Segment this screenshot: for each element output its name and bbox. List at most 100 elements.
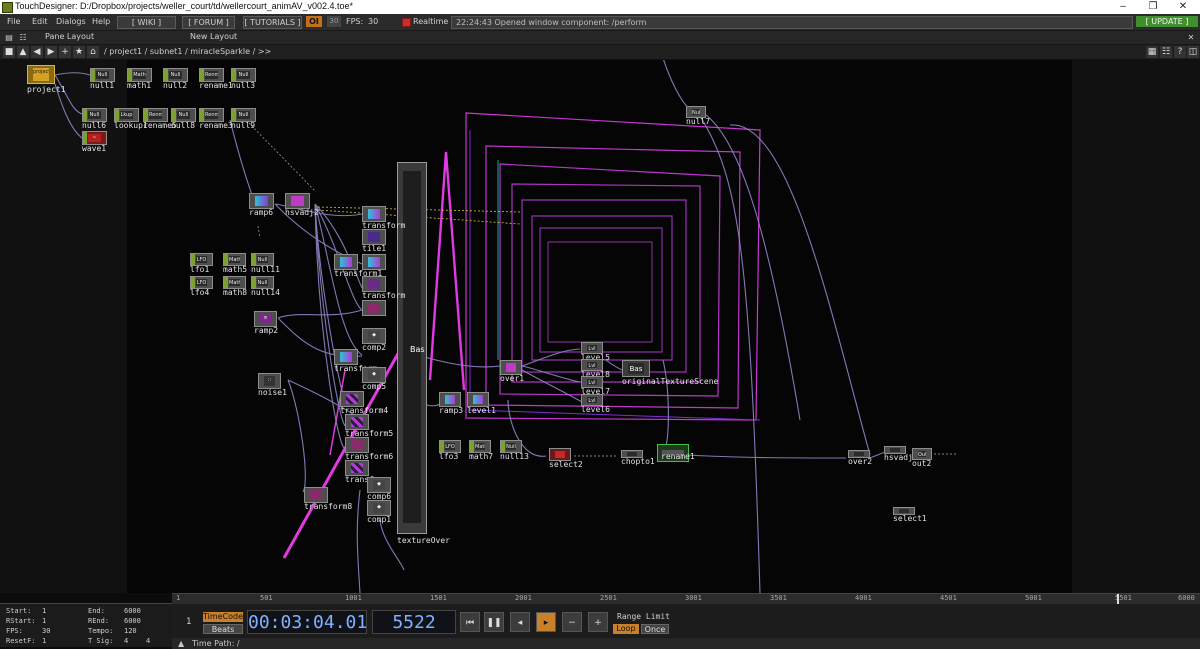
status-message: 22:24:43 Opened window component: /perfo…: [451, 16, 1133, 29]
menu-bar: File Edit Dialogs Help [ WIKI ] [ FORUM …: [0, 14, 1200, 31]
tsig-denominator[interactable]: 4: [146, 637, 150, 645]
time-path-bar: ▲ Time Path: /: [172, 638, 1200, 649]
ruler-tick: 1001: [345, 594, 362, 602]
fps-label: FPS:: [346, 17, 364, 26]
ruler-tick: 4501: [940, 594, 957, 602]
menu-dialogs[interactable]: Dialogs: [56, 17, 86, 26]
step-minus-icon[interactable]: −: [562, 612, 582, 632]
rstart-label: RStart:: [6, 617, 36, 625]
ruler-tick: 501: [260, 594, 273, 602]
up-icon[interactable]: ▲: [17, 46, 29, 58]
home-icon[interactable]: ⌂: [87, 46, 99, 58]
fps-value[interactable]: 30: [42, 627, 50, 635]
help-icon[interactable]: ?: [1174, 46, 1186, 58]
node-label: select2: [549, 460, 583, 469]
stop-icon[interactable]: ■: [3, 46, 15, 58]
update-button[interactable]: [ UPDATE ]: [1136, 16, 1198, 27]
node-label: null9: [231, 121, 256, 130]
tsig-label: T Sig:: [88, 637, 114, 645]
end-value[interactable]: 6000: [124, 607, 141, 615]
touchdesigner-logo-icon: [2, 2, 13, 13]
once-toggle[interactable]: Once: [641, 624, 669, 634]
node-label: math7: [469, 452, 494, 461]
rend-value[interactable]: 6000: [124, 617, 141, 625]
node-label: null2: [163, 81, 188, 90]
pane-split-icon[interactable]: ▤: [4, 33, 14, 42]
realtime-label: Realtime: [413, 17, 449, 26]
network-path[interactable]: / project1 / subnet1 / miracleSparkle / …: [104, 47, 271, 56]
frame-display[interactable]: 5522: [372, 610, 456, 634]
maximize-icon[interactable]: ❐: [1138, 0, 1168, 14]
start-value[interactable]: 1: [42, 607, 46, 615]
forward-icon[interactable]: ▶: [45, 46, 57, 58]
menu-edit[interactable]: Edit: [32, 17, 48, 26]
window-title: TouchDesigner: D:/Dropbox/projects/welle…: [15, 1, 354, 11]
ruler-tick: 2001: [515, 594, 532, 602]
split-icon[interactable]: ◫: [1187, 46, 1199, 58]
rstart-value[interactable]: 1: [42, 617, 46, 625]
node-label: null6: [82, 121, 107, 130]
ruler-tick: 4001: [855, 594, 872, 602]
node-label: transform8: [304, 502, 353, 511]
fps-badge: 30: [327, 16, 341, 27]
play-icon[interactable]: ▸: [536, 612, 556, 632]
node-label: ramp6: [249, 208, 274, 217]
range-limit-label: Range Limit: [617, 612, 670, 621]
grid-icon[interactable]: ☷: [1160, 46, 1172, 58]
beats-toggle[interactable]: Beats: [203, 624, 243, 634]
menu-help[interactable]: Help: [92, 17, 110, 26]
new-layout-label[interactable]: New Layout: [190, 32, 237, 41]
node-label: textureOver: [397, 536, 450, 545]
node-label: ramp3: [439, 406, 464, 415]
step-back-icon[interactable]: ◂: [510, 612, 530, 632]
network-editor[interactable]: Bas textureOver project1 project1 Null n…: [0, 60, 1200, 593]
rend-label: REnd:: [88, 617, 110, 625]
close-icon[interactable]: ✕: [1168, 0, 1198, 14]
node-label: ramp2: [254, 326, 279, 335]
node-label: tile1: [362, 244, 387, 253]
back-icon[interactable]: ◀: [31, 46, 43, 58]
pause-icon[interactable]: ❚❚: [484, 612, 504, 632]
pane-layout-label[interactable]: Pane Layout: [45, 32, 94, 41]
ruler-tick: 2501: [600, 594, 617, 602]
display-options-icon[interactable]: ▦: [1146, 46, 1158, 58]
resetf-label: ResetF:: [6, 637, 36, 645]
window-title-bar: TouchDesigner: D:/Dropbox/projects/welle…: [0, 0, 1200, 14]
forum-button[interactable]: [ FORUM ]: [182, 16, 235, 29]
tempo-value[interactable]: 120: [124, 627, 137, 635]
minimize-icon[interactable]: –: [1108, 0, 1138, 14]
node-label: noise1: [258, 388, 287, 397]
resetf-value[interactable]: 1: [42, 637, 46, 645]
rewind-icon[interactable]: ⏮: [460, 612, 480, 632]
node-label: comp1: [367, 515, 392, 524]
node-label: comp2: [362, 343, 387, 352]
add-icon[interactable]: +: [59, 46, 71, 58]
node-label: select1: [893, 514, 927, 523]
node-label: level1: [467, 406, 496, 415]
pane-bar: ▤ ☷ Pane Layout New Layout ✕: [0, 31, 1200, 45]
realtime-checkbox[interactable]: [402, 18, 411, 27]
node-label: lfo3: [439, 452, 459, 461]
time-display[interactable]: 00:03:04.01: [247, 610, 367, 634]
step-plus-icon[interactable]: +: [588, 612, 608, 632]
loop-toggle[interactable]: Loop: [613, 624, 639, 634]
fps-label: FPS:: [6, 627, 23, 635]
ruler-tick: 3501: [770, 594, 787, 602]
wiki-button[interactable]: [ WIKI ]: [117, 16, 176, 29]
tsig-numerator[interactable]: 4: [124, 637, 128, 645]
node-label: null11: [251, 265, 280, 274]
collapse-icon[interactable]: ▲: [178, 639, 184, 648]
fps-value[interactable]: 30: [368, 17, 378, 26]
ruler-tick: 1501: [430, 594, 447, 602]
ruler-tick: 1: [176, 594, 181, 602]
node-label: rename3: [199, 121, 233, 130]
timecode-toggle[interactable]: TimeCode: [203, 612, 243, 622]
pane-type-icon[interactable]: ☷: [18, 33, 28, 42]
node-label: out2: [912, 459, 932, 468]
bookmark-star-icon[interactable]: ★: [73, 46, 85, 58]
start-label: Start:: [6, 607, 32, 615]
tutorials-button[interactable]: [ TUTORIALS ]: [243, 16, 302, 29]
menu-file[interactable]: File: [7, 17, 20, 26]
pane-close-icon[interactable]: ✕: [1186, 33, 1196, 42]
oi-toggle[interactable]: OI: [306, 16, 322, 27]
